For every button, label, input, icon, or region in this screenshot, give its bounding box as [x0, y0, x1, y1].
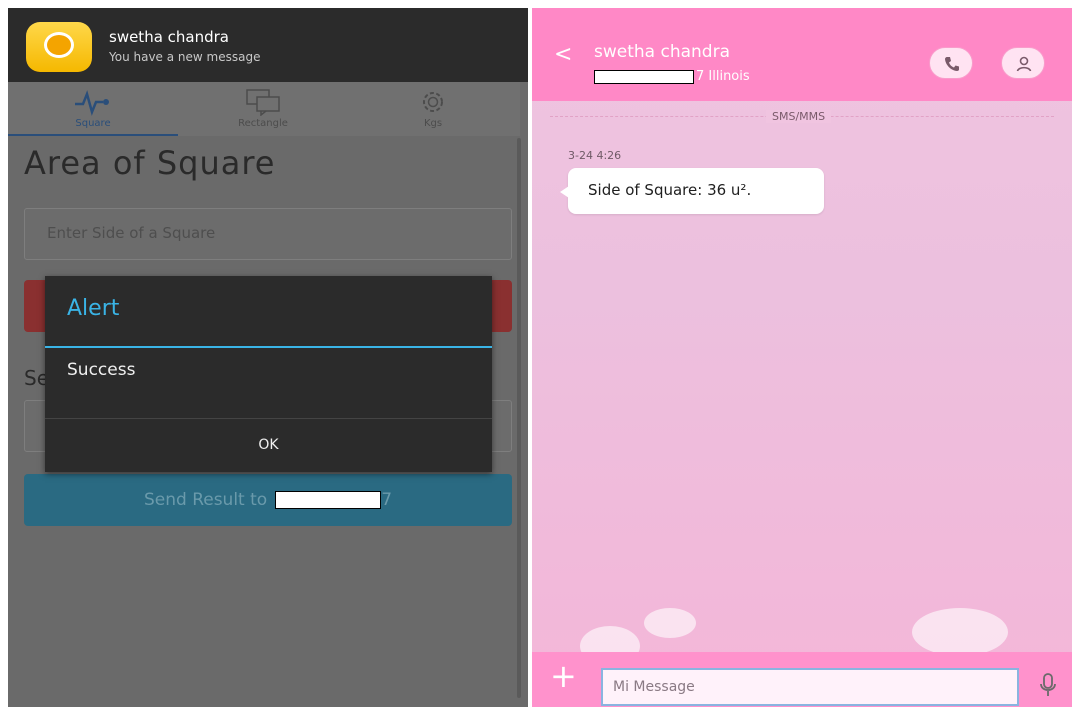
notification-preview: You have a new message — [109, 50, 261, 64]
dialog-title: Alert — [67, 296, 120, 321]
page-title: Area of Square — [24, 144, 276, 182]
contact-button[interactable] — [1001, 47, 1045, 79]
side-input-placeholder: Enter Side of a Square — [47, 224, 216, 242]
gear-icon — [423, 92, 443, 112]
notification-sender: swetha chandra — [109, 28, 229, 46]
redacted-number — [594, 69, 694, 84]
tab-rectangle[interactable]: Rectangle — [178, 82, 348, 136]
ok-button[interactable]: OK — [45, 419, 492, 472]
contact-name: swetha chandra — [594, 42, 730, 62]
send-result-button[interactable]: Send Result to 7 — [24, 474, 512, 526]
microphone-icon[interactable] — [1038, 672, 1058, 698]
phone-icon — [945, 57, 959, 71]
send-result-label: Send Result to — [143, 490, 268, 510]
side-input[interactable]: Enter Side of a Square — [24, 208, 512, 260]
dialog-title-divider — [45, 346, 492, 348]
message-text: Side of Square: 36 u². — [588, 181, 752, 199]
chat-bubbles-icon — [246, 89, 280, 116]
dialog-message: Success — [67, 360, 136, 380]
alert-dialog: Alert Success OK — [45, 276, 492, 472]
tab-bar: Square Rectangle Kgs — [8, 82, 520, 136]
message-bubble[interactable]: Side of Square: 36 u². — [560, 168, 824, 214]
right-phone-screen: < swetha chandra 7 Illinois SMS/MMS 3-24… — [532, 8, 1072, 707]
tab-square[interactable]: Square — [8, 82, 178, 136]
tab-kgs-label: Kgs — [423, 118, 443, 129]
scrollbar[interactable] — [517, 138, 521, 698]
protocol-label: SMS/MMS — [766, 110, 832, 123]
pulse-icon — [75, 90, 109, 116]
contact-location: 7 Illinois — [696, 69, 750, 84]
send-result-suffix: 7 — [381, 490, 393, 510]
contact-subtitle: 7 Illinois — [594, 69, 750, 84]
messaging-app-icon — [26, 22, 92, 72]
tab-kgs[interactable]: Kgs — [348, 82, 518, 136]
left-phone-screen: swetha chandra You have a new message Sq… — [8, 8, 528, 707]
tab-rectangle-label: Rectangle — [238, 118, 288, 129]
redacted-number — [275, 491, 382, 509]
message-input[interactable]: Mi Message — [601, 668, 1019, 706]
conversation-header: < swetha chandra 7 Illinois — [532, 8, 1072, 101]
decorative-heart — [644, 608, 696, 638]
call-button[interactable] — [929, 47, 973, 79]
message-timestamp: 3-24 4:26 — [568, 149, 622, 162]
back-chevron-icon[interactable]: < — [554, 42, 572, 67]
compose-bar: + Mi Message — [532, 652, 1072, 707]
decorative-heart — [912, 608, 1008, 656]
plus-icon[interactable]: + — [550, 660, 577, 692]
notification-banner[interactable]: swetha chandra You have a new message — [8, 8, 528, 82]
message-input-placeholder: Mi Message — [613, 679, 695, 695]
person-icon — [1016, 56, 1032, 72]
tab-square-label: Square — [75, 118, 111, 129]
